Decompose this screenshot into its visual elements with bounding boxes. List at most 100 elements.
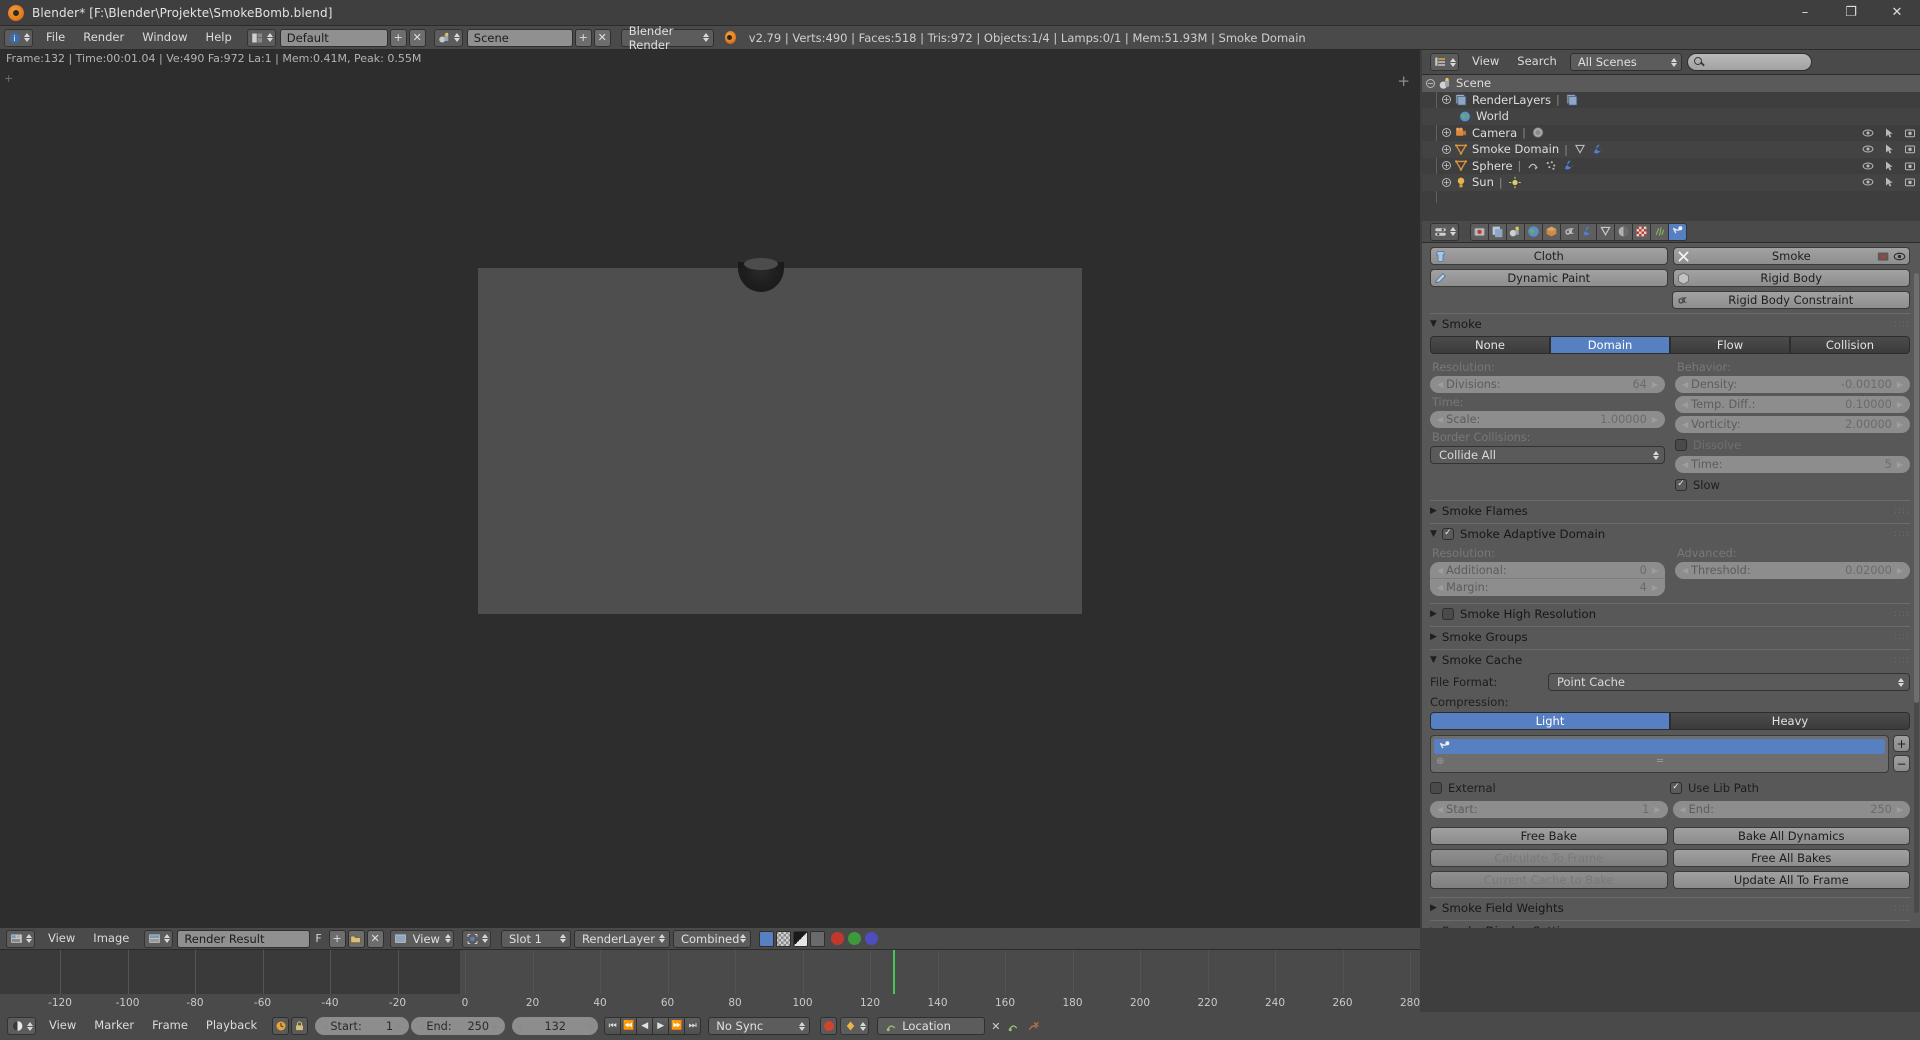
outliner-row-toggles[interactable] bbox=[1862, 160, 1916, 172]
next-key-icon[interactable]: ⏩ bbox=[668, 1017, 686, 1035]
screen-layout-field[interactable]: Default bbox=[279, 28, 388, 47]
cloth-button[interactable]: Cloth bbox=[1430, 247, 1668, 265]
start-frame-field[interactable]: ◀ Start: 1 ▶ bbox=[315, 1017, 410, 1035]
additional-field[interactable]: ◀ Additional: 0 ▶ bbox=[1430, 562, 1665, 579]
camera-restrict-icon[interactable] bbox=[1904, 127, 1916, 139]
material-tab[interactable] bbox=[1614, 222, 1633, 241]
prev-key-icon[interactable]: ⏪ bbox=[620, 1017, 638, 1035]
particles-tab[interactable] bbox=[1650, 222, 1669, 241]
smoke-type-none[interactable]: None bbox=[1430, 336, 1550, 354]
dynamic-paint-button[interactable]: Dynamic Paint bbox=[1430, 269, 1668, 287]
decrement-arrow-icon[interactable]: ◀ bbox=[1437, 566, 1443, 575]
outliner-row-sphere[interactable]: + Sphere | bbox=[1422, 158, 1920, 175]
update-all-to-frame-button[interactable]: Update All To Frame bbox=[1672, 871, 1910, 889]
outliner-tree[interactable]: − Scene + RenderLayers | World + Camera … bbox=[1422, 75, 1920, 220]
image-menu-image[interactable]: Image bbox=[84, 932, 138, 945]
alpha-channel-icon[interactable] bbox=[775, 930, 791, 947]
cache-add-icon[interactable]: ⊕ bbox=[1436, 756, 1444, 767]
compression-heavy[interactable]: Heavy bbox=[1670, 712, 1910, 730]
decrement-arrow-icon[interactable]: ◀ bbox=[1682, 400, 1688, 409]
close-button[interactable]: ✕ bbox=[1874, 0, 1920, 26]
increment-arrow-icon[interactable]: ▶ bbox=[1897, 380, 1903, 389]
texture-tab[interactable] bbox=[1632, 222, 1651, 241]
cache-end-field[interactable]: ◀ End: 250 ▶ bbox=[1672, 801, 1910, 818]
outliner-row-camera[interactable]: + Camera | bbox=[1422, 125, 1920, 142]
external-checkbox[interactable] bbox=[1430, 781, 1442, 794]
border-collisions-dropdown[interactable]: Collide All bbox=[1430, 446, 1665, 464]
play-reverse-icon[interactable]: ◀ bbox=[636, 1017, 654, 1035]
margin-field[interactable]: ◀ Margin: 4 ▶ bbox=[1430, 579, 1665, 596]
particles-icon[interactable] bbox=[1544, 159, 1558, 172]
minimize-button[interactable]: – bbox=[1782, 0, 1828, 26]
blue-channel-dot[interactable] bbox=[864, 932, 878, 945]
jump-end-icon[interactable]: ⏭ bbox=[684, 1017, 702, 1035]
red-channel-dot[interactable] bbox=[830, 932, 844, 945]
editor-type-selector-outliner[interactable] bbox=[1430, 53, 1459, 71]
cache-resize-grip-icon[interactable]: ═ bbox=[1657, 756, 1663, 767]
cache-add-button[interactable]: + bbox=[1893, 735, 1910, 752]
color-channel-icon[interactable] bbox=[758, 930, 774, 947]
current-cache-to-bake-button[interactable]: Current Cache to Bake bbox=[1430, 871, 1668, 889]
decrement-arrow-icon[interactable]: ◀ bbox=[321, 1022, 327, 1031]
current-frame-field[interactable]: ◀ 132 ▶ bbox=[512, 1017, 599, 1035]
decrement-arrow-icon[interactable]: ◀ bbox=[1437, 415, 1443, 424]
smoke-high-res-checkbox[interactable] bbox=[1441, 607, 1454, 620]
add-scene-button[interactable]: + bbox=[574, 28, 592, 47]
smoke-panel-header[interactable]: ▼ Smoke :::: bbox=[1430, 313, 1910, 332]
cursor-icon[interactable] bbox=[1883, 160, 1895, 172]
decrement-arrow-icon[interactable]: ◀ bbox=[1682, 460, 1688, 469]
modifiers-tab[interactable] bbox=[1578, 222, 1597, 241]
calculate-to-frame-button[interactable]: Calculate To Frame bbox=[1430, 849, 1668, 867]
world-tab[interactable] bbox=[1524, 222, 1543, 241]
viewport-toolshelf-handle[interactable]: + bbox=[4, 72, 13, 85]
decrement-arrow-icon[interactable]: ◀ bbox=[516, 1022, 522, 1031]
decrement-arrow-icon[interactable]: ◀ bbox=[1437, 583, 1443, 592]
smoke-adaptive-checkbox[interactable]: ✓ bbox=[1441, 527, 1454, 540]
decrement-arrow-icon[interactable]: ◀ bbox=[1437, 805, 1443, 814]
cache-start-field[interactable]: ◀ Start: 1 ▶ bbox=[1430, 801, 1668, 818]
increment-arrow-icon[interactable]: ▶ bbox=[1897, 400, 1903, 409]
decrement-arrow-icon[interactable]: ◀ bbox=[1682, 380, 1688, 389]
render-icon[interactable] bbox=[809, 930, 825, 947]
constraints-tab[interactable] bbox=[1560, 222, 1579, 241]
frame-strip[interactable] bbox=[0, 950, 1420, 994]
render-icon[interactable] bbox=[1877, 250, 1890, 263]
outliner-menu-view[interactable]: View bbox=[1463, 56, 1508, 68]
render-pass-dropdown[interactable]: Combined bbox=[672, 929, 751, 948]
free-all-bakes-button[interactable]: Free All Bakes bbox=[1672, 849, 1910, 867]
increment-arrow-icon[interactable]: ▶ bbox=[493, 1022, 499, 1031]
expander-icon[interactable]: + bbox=[1442, 128, 1451, 138]
cursor-icon[interactable] bbox=[1883, 143, 1895, 155]
smoke-high-res-panel-header[interactable]: ▶ Smoke High Resolution :::: bbox=[1430, 603, 1910, 622]
slow-checkbox[interactable]: ✓ bbox=[1675, 478, 1687, 491]
remove-keying-set-button[interactable]: ✕ bbox=[991, 1020, 1000, 1033]
editor-type-selector-image[interactable] bbox=[6, 929, 35, 948]
scale-field[interactable]: ◀ Scale: 1.00000 ▶ bbox=[1430, 411, 1665, 428]
scene-name-field[interactable]: Scene bbox=[466, 28, 573, 47]
expander-icon[interactable]: + bbox=[1442, 144, 1451, 154]
smoke-cache-panel-header[interactable]: ▼ Smoke Cache :::: bbox=[1430, 649, 1910, 668]
image-view-mode-selector[interactable]: View bbox=[389, 929, 454, 948]
compression-light[interactable]: Light bbox=[1430, 712, 1670, 730]
outliner-row-smoke-domain[interactable]: + Smoke Domain | bbox=[1422, 141, 1920, 158]
cursor-icon[interactable] bbox=[1883, 127, 1895, 139]
outliner-display-mode[interactable]: All Scenes bbox=[1569, 53, 1682, 71]
dissolve-checkbox-row[interactable]: Dissolve bbox=[1675, 436, 1910, 453]
properties-tab-strip[interactable] bbox=[1470, 222, 1687, 241]
increment-arrow-icon[interactable]: ▶ bbox=[1897, 566, 1903, 575]
add-screen-button[interactable]: + bbox=[389, 28, 407, 47]
eye-icon[interactable] bbox=[1893, 250, 1906, 263]
threshold-field[interactable]: ◀ Threshold: 0.02000 ▶ bbox=[1675, 562, 1910, 579]
outliner-row-world[interactable]: World bbox=[1422, 108, 1920, 125]
timeline-menu-frame[interactable]: Frame bbox=[143, 1020, 197, 1032]
cache-list[interactable]: ⊕ ═ bbox=[1430, 735, 1889, 773]
smoke-type-segmented[interactable]: None Domain Flow Collision bbox=[1430, 336, 1910, 354]
channel-toggle-group[interactable] bbox=[758, 930, 878, 947]
eye-icon[interactable] bbox=[1862, 143, 1874, 155]
jump-start-icon[interactable]: ⏮ bbox=[604, 1017, 622, 1035]
timeline-menu-view[interactable]: View bbox=[40, 1020, 85, 1032]
lock-frame-button[interactable] bbox=[291, 1017, 309, 1035]
green-channel-dot[interactable] bbox=[847, 932, 861, 945]
decrement-arrow-icon[interactable]: ◀ bbox=[1437, 380, 1443, 389]
density-field[interactable]: ◀ Density: -0.00100 ▶ bbox=[1675, 376, 1910, 393]
